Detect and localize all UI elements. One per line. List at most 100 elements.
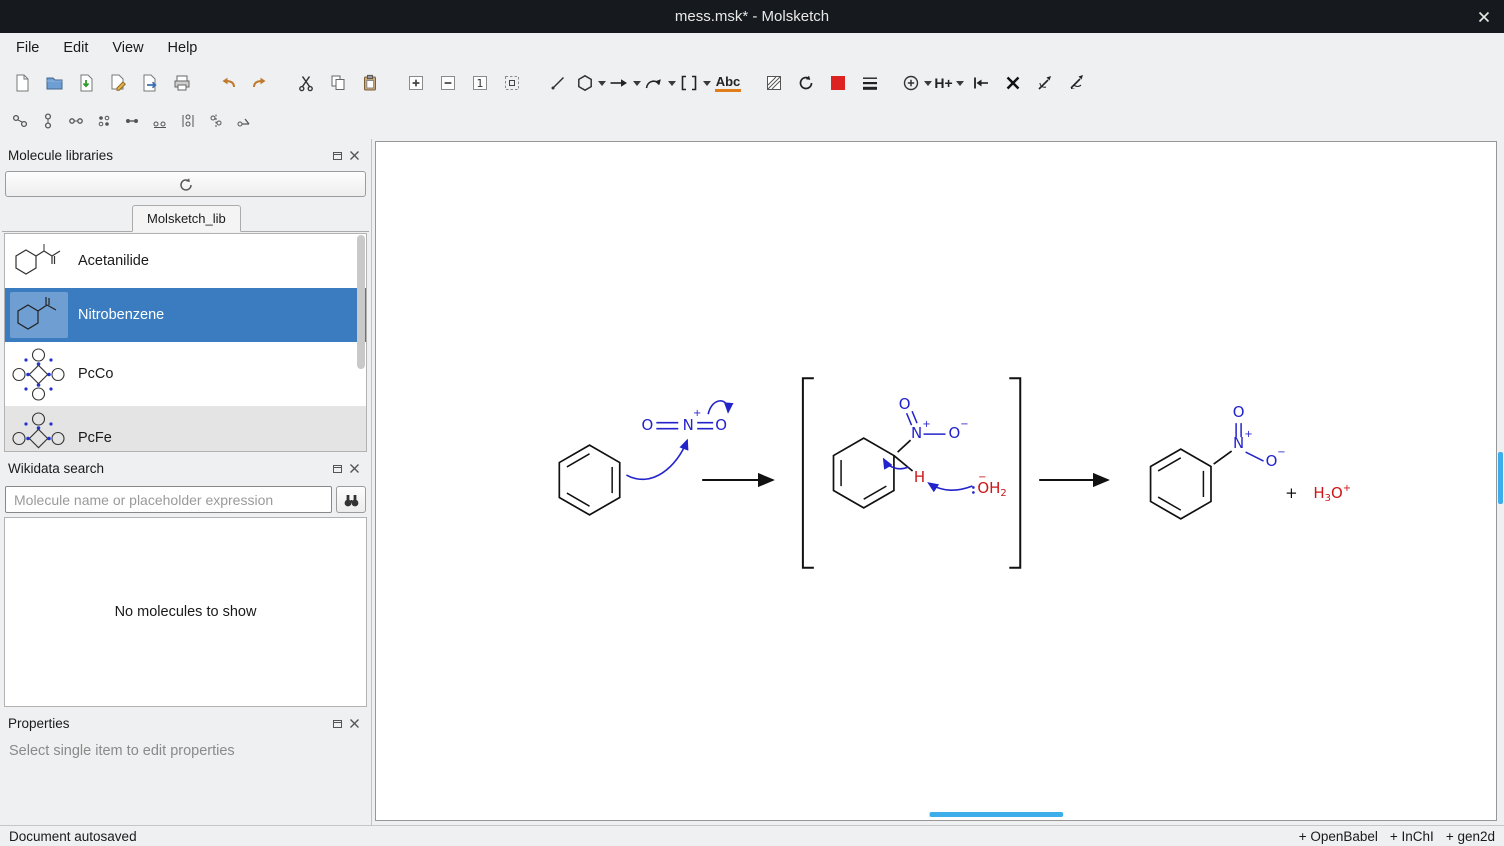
mechanism-pen-icon <box>1035 73 1055 93</box>
curved-arrow-dropdown-caret[interactable] <box>668 81 676 86</box>
align-horizontal-button[interactable] <box>147 108 173 134</box>
angle-button[interactable] <box>231 108 257 134</box>
library-item-nitrobenzene[interactable]: Nitrobenzene <box>5 288 366 342</box>
plugin-gen2d: + gen2d <box>1446 829 1495 844</box>
menu-view[interactable]: View <box>100 36 155 60</box>
base-label[interactable]: OH2 <box>977 479 1006 499</box>
new-document-button[interactable] <box>7 68 37 98</box>
undo-button[interactable] <box>213 68 243 98</box>
color-swatch-button[interactable] <box>823 68 853 98</box>
wikidata-close-button[interactable] <box>346 461 363 476</box>
library-item-pcco[interactable]: PcCo <box>5 342 366 406</box>
canvas-horizontal-scrollbar[interactable] <box>930 812 1064 817</box>
library-item-acetanilide[interactable]: Acetanilide <box>5 234 366 288</box>
library-item-label: PcFe <box>78 430 112 446</box>
zoom-out-button[interactable] <box>433 68 463 98</box>
merge-button[interactable] <box>63 108 89 134</box>
flip-vertical-button[interactable] <box>35 108 61 134</box>
print-button[interactable] <box>167 68 197 98</box>
paste-button[interactable] <box>355 68 385 98</box>
bracket-tool-button[interactable] <box>678 68 711 98</box>
ring-tool-button[interactable] <box>575 68 606 98</box>
atom-o[interactable]: O <box>715 416 727 434</box>
benzene-reactant[interactable] <box>559 445 619 515</box>
zoom-original-button[interactable]: 1 <box>465 68 495 98</box>
hydroxide-base[interactable]: − OH2 <box>972 472 1007 499</box>
zoom-fit-button[interactable] <box>497 68 527 98</box>
menu-edit[interactable]: Edit <box>51 36 100 60</box>
bracket-dropdown-caret[interactable] <box>703 81 711 86</box>
export-button[interactable] <box>135 68 165 98</box>
atom-o[interactable]: O <box>641 416 653 434</box>
wikidata-search-input[interactable] <box>5 486 332 513</box>
connection-tool-button[interactable] <box>966 68 996 98</box>
atom-n[interactable]: N <box>1233 434 1244 452</box>
wikidata-search-button[interactable] <box>336 486 366 513</box>
new-document-icon <box>12 73 32 93</box>
hydronium-label[interactable]: H3O+ <box>1313 483 1351 504</box>
close-icon <box>349 150 360 161</box>
rotate-tool-button[interactable] <box>791 68 821 98</box>
atom-o[interactable]: O <box>899 395 911 413</box>
canvas-vertical-scrollbar[interactable] <box>1498 452 1503 504</box>
bond-c-n <box>898 440 911 452</box>
libraries-float-button[interactable] <box>329 148 346 163</box>
delete-tool-button[interactable] <box>998 68 1028 98</box>
zoom-in-button[interactable] <box>401 68 431 98</box>
atom-o[interactable]: O <box>1233 403 1245 421</box>
window-close-button[interactable] <box>1474 7 1494 27</box>
atom-o[interactable]: O <box>1266 452 1278 470</box>
curved-arrow-tool-button[interactable] <box>643 68 676 98</box>
redo-button[interactable] <box>245 68 275 98</box>
arrow-tool-button[interactable] <box>608 68 641 98</box>
hydrogen-tool-button[interactable]: H+ <box>934 68 964 98</box>
save-as-button[interactable] <box>103 68 133 98</box>
plus-sign: + <box>1285 484 1298 502</box>
drawing-canvas[interactable]: O N + O <box>375 141 1497 821</box>
align-vertical-button[interactable] <box>203 108 229 134</box>
nitronium-ion[interactable]: O N + O <box>641 408 727 434</box>
save-button[interactable] <box>71 68 101 98</box>
charge-dropdown-caret[interactable] <box>924 81 932 86</box>
menu-file[interactable]: File <box>4 36 51 60</box>
atom-o[interactable]: O <box>949 424 961 442</box>
join-atoms-button[interactable] <box>119 108 145 134</box>
atom-h[interactable]: H <box>914 468 925 486</box>
hatch-tool-button[interactable] <box>759 68 789 98</box>
text-tool-button[interactable]: Abc <box>713 68 743 98</box>
nitrobenzene-product[interactable]: N + O O − <box>1151 403 1286 519</box>
mechanism-pen-button[interactable] <box>1030 68 1060 98</box>
library-item-label: Acetanilide <box>78 253 149 269</box>
flip-horizontal-button[interactable] <box>7 108 33 134</box>
libraries-close-button[interactable] <box>346 148 363 163</box>
cut-button[interactable] <box>291 68 321 98</box>
group-button[interactable] <box>91 108 117 134</box>
arrow-dropdown-caret[interactable] <box>633 81 641 86</box>
menu-help[interactable]: Help <box>156 36 210 60</box>
ring-dropdown-caret[interactable] <box>598 81 606 86</box>
hydrogen-dropdown-caret[interactable] <box>956 81 964 86</box>
charge-tool-button[interactable] <box>901 68 932 98</box>
properties-close-button[interactable] <box>346 716 363 731</box>
distribute-button[interactable] <box>175 108 201 134</box>
copy-button[interactable] <box>323 68 353 98</box>
mechanism-arrows-step2[interactable] <box>884 459 973 490</box>
mechanism-pen-2-button[interactable] <box>1062 68 1092 98</box>
line-width-button[interactable] <box>855 68 885 98</box>
draw-bond-button[interactable] <box>543 68 573 98</box>
properties-float-button[interactable] <box>329 716 346 731</box>
arenium-intermediate[interactable]: N + O O − H − OH2 <box>834 395 1007 508</box>
atom-n[interactable]: N <box>911 424 922 442</box>
tab-molsketch-lib[interactable]: Molsketch_lib <box>132 205 241 232</box>
mechanism-arrows-step1[interactable] <box>626 401 728 479</box>
charge-plus: + <box>693 408 701 419</box>
refresh-libraries-button[interactable] <box>5 171 366 197</box>
rotate-icon <box>796 73 816 93</box>
library-item-pcfe[interactable]: PcFe <box>5 406 366 452</box>
open-file-button[interactable] <box>39 68 69 98</box>
library-list[interactable]: Acetanilide Nitrobenzene <box>4 233 367 452</box>
wikidata-float-button[interactable] <box>329 461 346 476</box>
library-list-scrollbar[interactable] <box>357 235 365 369</box>
intermediate-brackets[interactable] <box>803 378 1020 567</box>
distribute-icon <box>179 112 197 130</box>
